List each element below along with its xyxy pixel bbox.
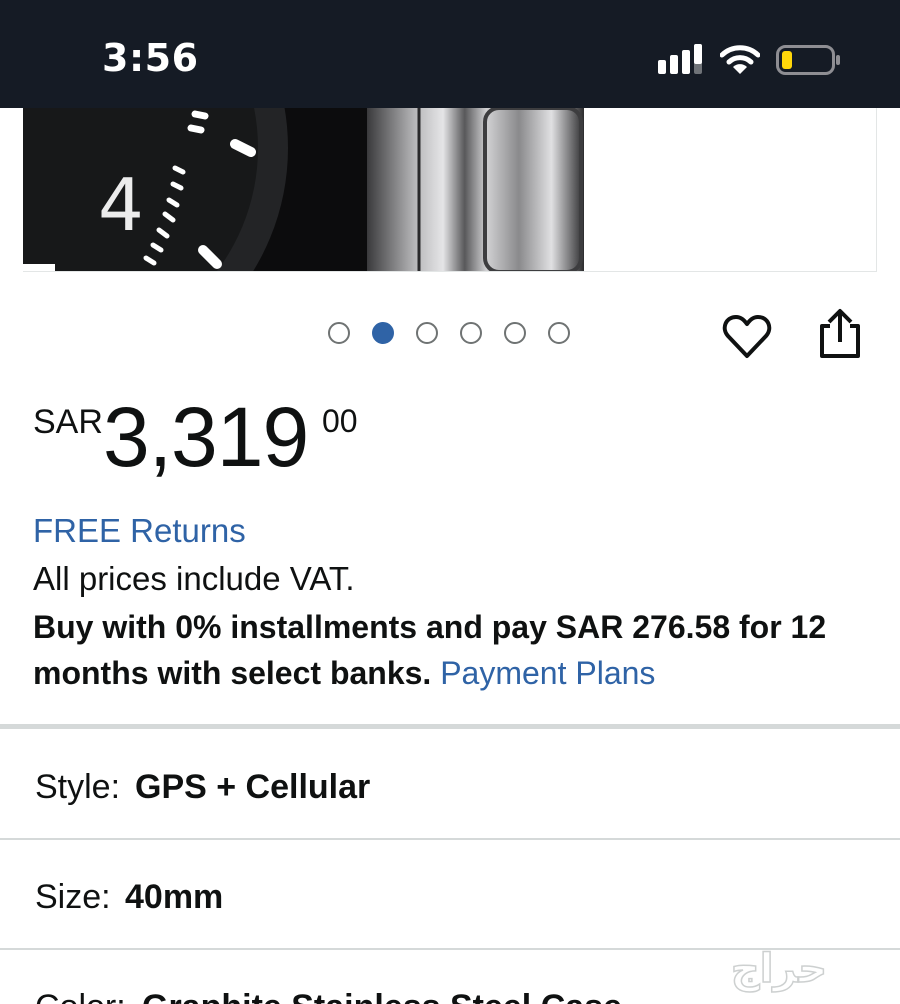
payment-plans-link[interactable]: Payment Plans xyxy=(440,655,655,691)
status-bar: 3:56 xyxy=(0,0,900,108)
price-currency: SAR xyxy=(33,403,103,441)
battery-icon xyxy=(776,45,840,75)
price-fraction: 00 xyxy=(322,403,358,439)
haraj-watermark: حراج xyxy=(730,945,828,993)
carousel-dot-active[interactable] xyxy=(372,322,394,344)
share-icon[interactable] xyxy=(814,306,866,362)
style-label: Style: xyxy=(35,768,121,806)
carousel-dot[interactable] xyxy=(328,322,350,344)
wifi-icon xyxy=(720,45,760,74)
color-label: Color: xyxy=(35,988,126,1004)
size-value: 40mm xyxy=(125,878,224,916)
signal-icon xyxy=(658,44,702,74)
carousel-dot[interactable] xyxy=(416,322,438,344)
status-time: 3:56 xyxy=(102,36,199,80)
installments-offer: Buy with 0% installments and pay SAR 276… xyxy=(33,609,827,691)
carousel-dot[interactable] xyxy=(548,322,570,344)
style-value: GPS + Cellular xyxy=(135,768,371,806)
size-option-row[interactable]: Size: 40mm xyxy=(0,840,900,948)
price-whole: 3,319 xyxy=(103,390,309,484)
product-image[interactable]: 4 xyxy=(23,108,877,272)
style-option-row[interactable]: Style: GPS + Cellular xyxy=(0,730,900,838)
watermark-text: حراج xyxy=(731,946,827,992)
section-divider xyxy=(0,724,900,729)
carousel-dot[interactable] xyxy=(460,322,482,344)
vat-note: All prices include VAT. xyxy=(33,560,355,597)
svg-text:4: 4 xyxy=(98,163,144,247)
size-label: Size: xyxy=(35,878,111,916)
installments-text: Buy with 0% installments and pay SAR 276… xyxy=(33,604,863,696)
watch-photo: 4 xyxy=(23,108,584,271)
carousel-dots xyxy=(328,322,570,344)
carousel-dot[interactable] xyxy=(504,322,526,344)
free-returns-link[interactable]: FREE Returns xyxy=(33,512,246,550)
heart-icon[interactable] xyxy=(722,312,772,362)
color-value: Graphite Stainless Steel Case xyxy=(142,988,622,1004)
